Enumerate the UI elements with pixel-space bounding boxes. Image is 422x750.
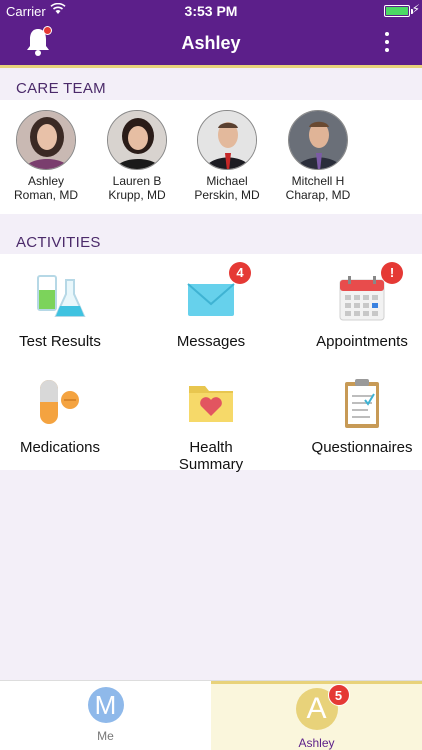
tile-label: Questionnaires — [311, 439, 413, 456]
tile-appointments[interactable]: ! Appointments — [292, 262, 422, 350]
avatar: M — [87, 687, 124, 723]
care-team-member[interactable]: Michael Perskin, MD — [182, 110, 272, 202]
avatar — [107, 110, 167, 170]
care-team-member[interactable]: Mitchell H Charap, MD — [273, 110, 363, 202]
tile-medications[interactable]: Medications — [0, 378, 130, 456]
tab-label: Ashley — [298, 736, 335, 750]
header-accent-line — [0, 65, 422, 68]
charging-icon: ⚡ — [411, 2, 420, 16]
page-title: Ashley — [181, 33, 241, 53]
top-bar: Carrier 3:53 PM ⚡ Ashley — [0, 0, 422, 68]
care-team-member[interactable]: Lauren B Krupp, MD — [92, 110, 182, 202]
more-menu-icon[interactable] — [384, 32, 390, 56]
tile-label: Health — [189, 439, 233, 456]
folder-heart-icon — [189, 386, 233, 422]
avatar — [288, 110, 348, 170]
avatar — [16, 110, 76, 170]
activities-grid: Test Results 4 Messages ! Appointments M… — [0, 254, 422, 473]
tile-questionnaires[interactable]: Questionnaires — [292, 378, 422, 456]
avatar: A 5 — [295, 684, 350, 730]
member-name-line1: Ashley — [27, 174, 65, 188]
tile-label: Test Results — [19, 333, 101, 350]
tab-badge: 5 — [327, 684, 350, 706]
tile-label-line2: Summary — [178, 456, 244, 473]
unread-badge: 4 — [229, 262, 251, 284]
tile-label: Messages — [176, 333, 246, 350]
care-team-list: Ashley Roman, MD Lauren B Krupp, MD Mich… — [0, 100, 422, 214]
member-name-line1: Michael — [206, 174, 248, 188]
care-team-heading: CARE TEAM — [0, 70, 422, 102]
tile-test-results[interactable]: Test Results — [0, 272, 130, 350]
tile-label: Medications — [19, 439, 101, 456]
status-bar: Carrier 3:53 PM ⚡ — [0, 0, 422, 22]
clipboard-icon — [345, 379, 379, 428]
member-name-line2: Perskin, MD — [194, 188, 260, 202]
avatar — [197, 110, 257, 170]
clock: 3:53 PM — [184, 3, 238, 19]
lab-flask-icon — [37, 275, 86, 317]
member-name-line1: Mitchell H — [291, 174, 345, 188]
tab-label: Me — [97, 729, 114, 743]
tab-ashley[interactable]: A 5 Ashley — [211, 681, 422, 750]
nav-bar: Ashley — [0, 22, 422, 65]
activities-heading: ACTIVITIES — [0, 224, 422, 256]
tile-messages[interactable]: 4 Messages — [141, 262, 281, 350]
tab-me[interactable]: M Me — [0, 681, 211, 750]
member-name-line2: Charap, MD — [285, 188, 351, 202]
tile-health-summary[interactable]: Health Summary — [141, 378, 281, 473]
tab-bar: M Me A 5 Ashley — [0, 680, 422, 750]
avatar-initial: A — [306, 692, 327, 725]
member-name-line2: Roman, MD — [13, 188, 78, 202]
tile-label: Appointments — [316, 333, 408, 350]
battery-icon — [384, 5, 413, 17]
alert-badge: ! — [381, 262, 403, 284]
member-name-line2: Krupp, MD — [108, 188, 166, 202]
pills-icon — [40, 380, 79, 424]
care-team-member[interactable]: Ashley Roman, MD — [1, 110, 91, 202]
member-name-line1: Lauren B — [112, 174, 162, 188]
